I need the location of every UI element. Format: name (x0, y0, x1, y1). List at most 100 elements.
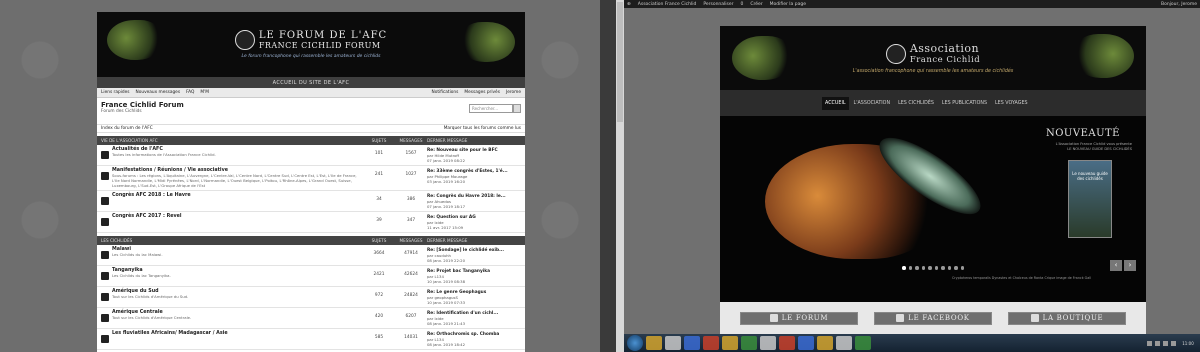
menu-item-cichlides[interactable]: LES CICHLIDÉS (895, 97, 937, 110)
start-button[interactable] (627, 335, 643, 351)
forum-title[interactable]: France Cichlid Forum (101, 101, 521, 109)
user-menu[interactable]: Jerome (506, 90, 521, 95)
wp-site-name[interactable]: Association France Cichlid (638, 2, 697, 7)
book-cover-image[interactable]: Le nouveau guide des cichlidés (1068, 160, 1112, 238)
search-input[interactable]: Rechercher... (469, 104, 513, 113)
section-title[interactable]: LES CICHLIDÉS (101, 238, 363, 243)
arrow-app-icon[interactable] (684, 336, 700, 350)
site-buttons: LE FORUM LE FACEBOOK LA BOUTIQUE (720, 302, 1146, 334)
media-icon[interactable] (703, 336, 719, 350)
slider-dot[interactable] (941, 266, 945, 270)
wordpress-icon[interactable]: ⊕ (627, 2, 631, 7)
slider-dot[interactable] (947, 266, 951, 270)
messages-count: 1567 (405, 151, 417, 156)
forum-button[interactable]: LE FORUM (740, 311, 858, 325)
col-last-message: DERNIER MESSAGE (427, 138, 468, 143)
forum-navbar: Liens rapides Nouveaux messages FAQ M'M … (97, 88, 525, 98)
slider-heading: NOUVEAUTÉ (1045, 128, 1120, 139)
facebook-button[interactable]: LE FACEBOOK (874, 311, 992, 325)
tray-icon[interactable] (1155, 340, 1160, 346)
slider-dot[interactable] (934, 266, 938, 270)
forum-row: Tanganyika Les Cichlids du lac Tanganyika… (97, 266, 525, 287)
shop-button-label: LA BOUTIQUE (1042, 314, 1104, 322)
forum-subtitle: Forum des Cichlids (101, 109, 142, 114)
tray-icon[interactable] (1147, 340, 1152, 346)
hero-slider[interactable]: NOUVEAUTÉ L'Association France Cichlid v… (720, 116, 1146, 302)
vertical-scrollbar[interactable] (616, 0, 624, 352)
forum-logo[interactable]: LE FORUM DE L'AFC FRANCE CICHLID FORUM (234, 30, 387, 50)
subjects-count: 101 (374, 151, 384, 156)
site-page: Association France Cichlid L'association… (720, 26, 1146, 334)
register-link[interactable]: M'M (200, 90, 209, 95)
slider-dot[interactable] (915, 266, 919, 270)
forum-bubble-icon (101, 314, 109, 322)
forum-row: Amérique Centrale Tout sur les Cichlids d… (97, 308, 525, 329)
wp-comments[interactable]: 0 (741, 2, 744, 7)
volume-icon[interactable] (1163, 340, 1168, 346)
wp-customize[interactable]: Personnaliser (703, 2, 733, 7)
app-icon[interactable] (760, 336, 776, 350)
menu-item-voyages[interactable]: LES VOYAGES (992, 97, 1031, 110)
forum-row: Actualités de l'AFC Toutes les informatio… (97, 145, 525, 166)
private-messages-link[interactable]: Messages privés (464, 90, 500, 95)
network-icon[interactable] (1171, 340, 1176, 346)
app-icon[interactable] (779, 336, 795, 350)
forum-page: LE FORUM DE L'AFC FRANCE CICHLID FORUM L… (97, 12, 525, 352)
forum-bubble-icon (101, 151, 109, 159)
folder-icon[interactable] (646, 336, 662, 350)
messages-count: 1027 (405, 172, 417, 177)
menu-item-accueil[interactable]: ACCUEIL (822, 96, 849, 110)
wp-new[interactable]: Créer (750, 2, 762, 7)
slider-dot[interactable] (928, 266, 932, 270)
chrome-icon[interactable] (741, 336, 757, 350)
files-icon[interactable] (722, 336, 738, 350)
forum-name[interactable]: Les fluviatiles Africains/ Madagascar / … (112, 331, 363, 336)
fish-image-left (732, 36, 792, 80)
scrollbar-thumb[interactable] (617, 2, 623, 122)
notifications-link[interactable]: Notifications (431, 90, 458, 95)
last-post-date: 10 janv. 2019 07:33 (427, 300, 466, 305)
wp-greeting[interactable]: Bonjour, Jerome (1161, 2, 1197, 7)
slider-arrows: ‹ › (1110, 260, 1136, 271)
slider-dot[interactable] (954, 266, 958, 270)
forum-button-label: LE FORUM (781, 314, 829, 322)
slider-dot[interactable] (908, 266, 912, 270)
menu-item-association[interactable]: L'ASSOCIATION (851, 97, 894, 110)
clock[interactable]: 11:00 (1179, 341, 1197, 346)
forum-bubble-icon (101, 293, 109, 301)
menu-item-publications[interactable]: LES PUBLICATIONS (939, 97, 990, 110)
slider-dot[interactable] (921, 266, 925, 270)
search-button[interactable] (513, 104, 521, 113)
section-title[interactable]: VIE DE L'ASSOCIATION AFC (101, 138, 363, 143)
messages-count: 42624 (404, 272, 418, 277)
subjects-count: 34 (376, 197, 382, 202)
book-title: Le nouveau guide des cichlidés (1072, 171, 1108, 181)
app-icon[interactable] (836, 336, 852, 350)
explorer-icon[interactable] (665, 336, 681, 350)
slider-dot[interactable] (960, 266, 964, 270)
col-subjects: SUJETS (371, 238, 387, 243)
faq-link[interactable]: FAQ (186, 90, 194, 95)
facebook-button-label: LE FACEBOOK (908, 314, 970, 322)
mark-read-link[interactable]: Marquer tous les forums comme lus (444, 126, 521, 131)
col-subjects: SUJETS (371, 138, 387, 143)
firefox-icon[interactable] (817, 336, 833, 350)
quick-links[interactable]: Liens rapides (101, 90, 130, 95)
slider-dot[interactable] (902, 266, 906, 270)
app-icon[interactable] (798, 336, 814, 350)
new-messages-link[interactable]: Nouveaux messages (136, 90, 181, 95)
wp-edit-page[interactable]: Modifier la page (770, 2, 806, 7)
app-icon[interactable] (855, 336, 871, 350)
breadcrumb-index[interactable]: Index du forum de l'AFC (101, 126, 153, 131)
fish-image-right (460, 22, 515, 62)
slider-prev-button[interactable]: ‹ (1110, 260, 1122, 271)
col-messages: MESSAGES (399, 138, 423, 143)
last-post-date: 07 janv. 2019 08:22 (427, 158, 466, 163)
subjects-count: 2421 (373, 272, 385, 277)
site-logo[interactable]: Association France Cichlid (885, 42, 980, 65)
accueil-link[interactable]: ACCUEIL DU SITE DE L'AFC (97, 77, 525, 88)
slider-next-button[interactable]: › (1124, 260, 1136, 271)
forum-name[interactable]: Congrès AFC 2017 : Revel (112, 214, 363, 219)
forum-name[interactable]: Congrès AFC 2018 : Le Havre (112, 193, 363, 198)
shop-button[interactable]: LA BOUTIQUE (1008, 311, 1126, 325)
